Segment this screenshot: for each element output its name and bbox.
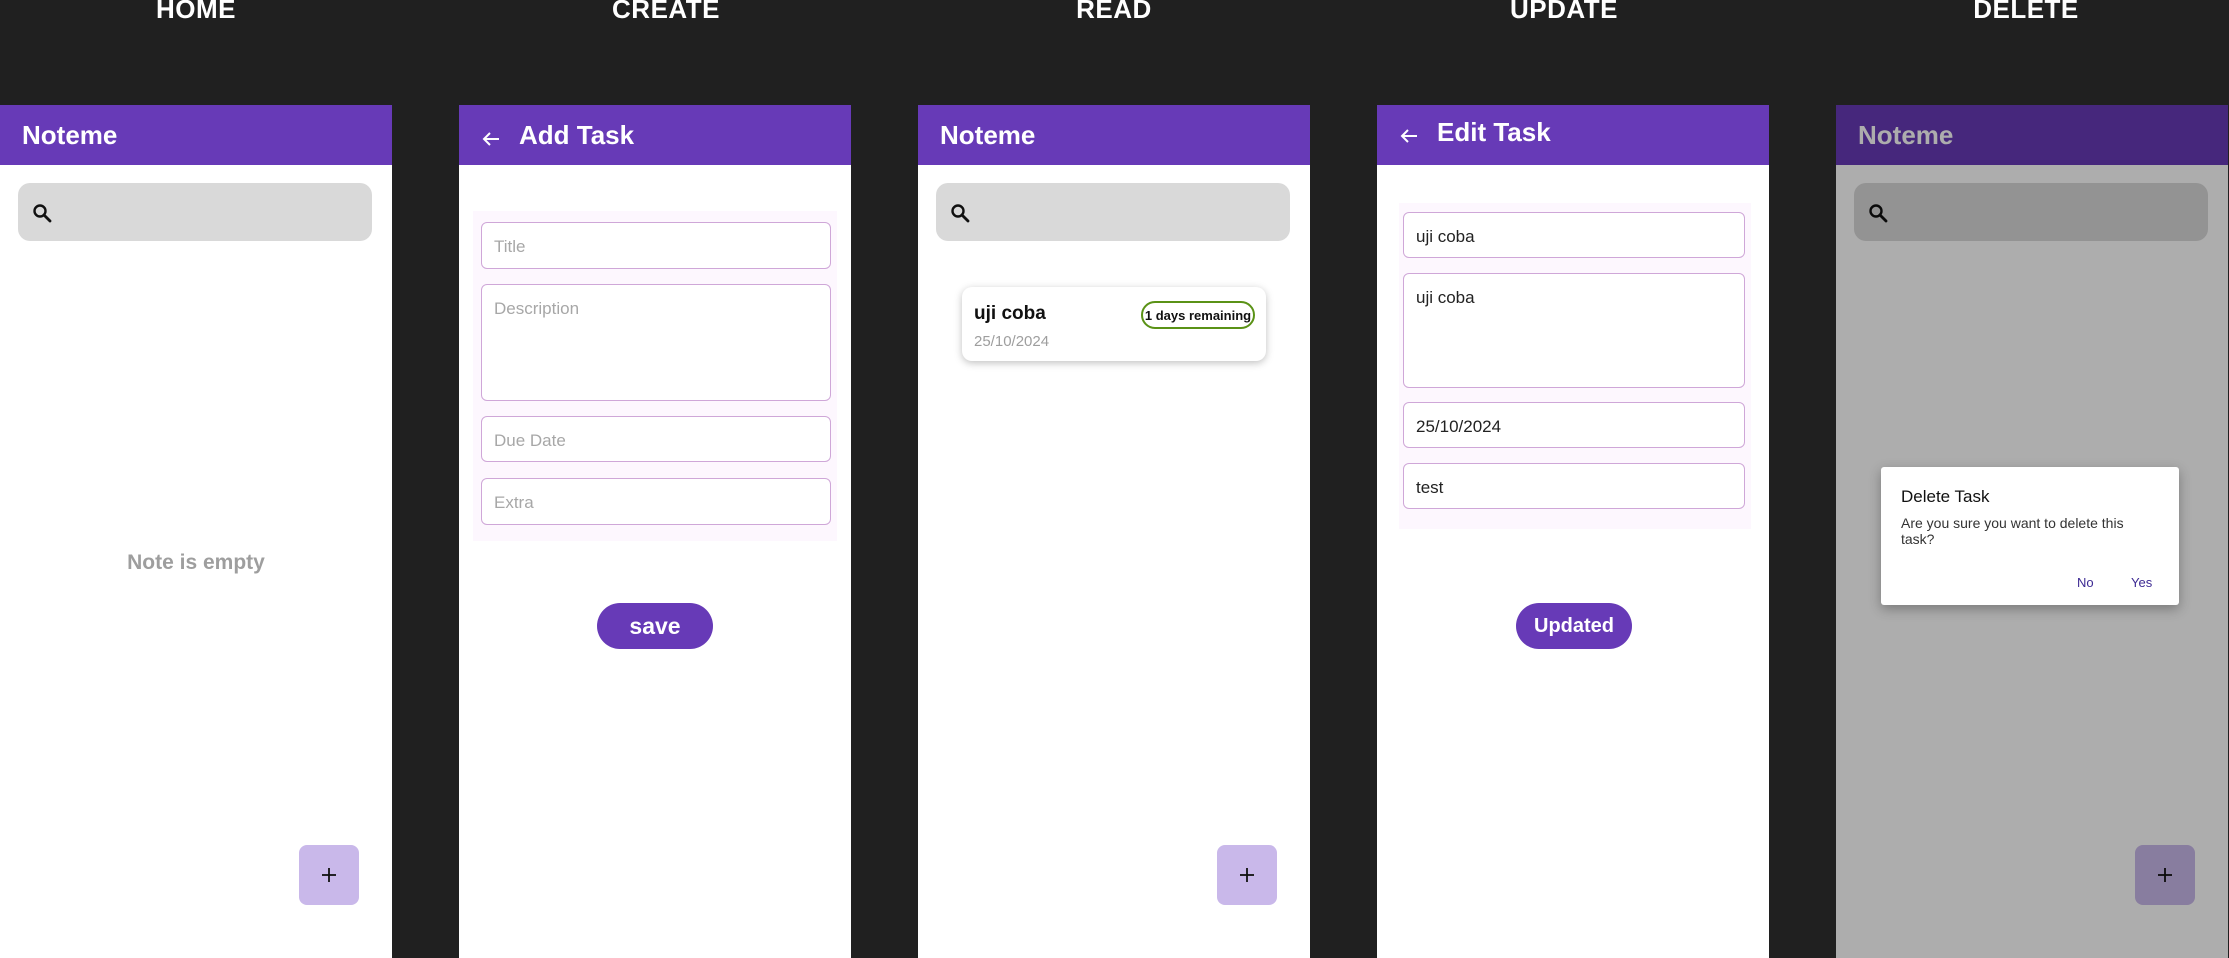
back-arrow-icon[interactable] (481, 125, 501, 146)
extra-field[interactable]: test (1403, 463, 1745, 509)
extra-field[interactable]: Extra (481, 478, 831, 525)
delete-dialog: Delete Task Are you sure you want to del… (1881, 467, 2179, 605)
plus-icon (1240, 868, 1254, 882)
update-screen: Edit Task uji coba uji coba 25/10/2024 t… (1377, 105, 1769, 958)
section-title-home: HOME (156, 0, 236, 24)
dialog-title: Delete Task (1901, 487, 1990, 506)
due-date-field[interactable]: 25/10/2024 (1403, 402, 1745, 448)
page-title: Add Task (519, 119, 635, 150)
due-date-field[interactable]: Due Date (481, 416, 831, 462)
app-bar: Noteme (0, 105, 392, 165)
yes-button[interactable]: Yes (2131, 575, 2152, 590)
read-screen: Noteme uji coba 25/10/2024 1 days remain… (918, 105, 1310, 958)
app-bar: Add Task (459, 105, 851, 165)
app-bar: Edit Task (1377, 105, 1769, 165)
task-date: 25/10/2024 (974, 333, 1050, 350)
create-screen: Add Task Title Description Due Date Extr… (459, 105, 851, 958)
remaining-badge: 1 days remaining (1141, 301, 1255, 329)
title-field[interactable]: uji coba (1403, 212, 1745, 258)
section-title-read: READ (1076, 0, 1152, 24)
description-field[interactable]: uji coba (1403, 273, 1745, 388)
app-title: Noteme (22, 119, 118, 150)
search-icon (33, 204, 52, 223)
back-arrow-icon[interactable] (1399, 122, 1419, 143)
plus-icon (322, 868, 336, 882)
section-title-create: CREATE (612, 0, 720, 24)
page-title: Edit Task (1437, 116, 1551, 147)
app-title: Noteme (940, 119, 1036, 150)
app-bar: Noteme (918, 105, 1310, 165)
search-input[interactable] (18, 183, 372, 241)
no-button[interactable]: No (2077, 575, 2094, 590)
delete-screen: Noteme Delete Task Are you sure you want… (1836, 105, 2228, 958)
dialog-message: Are you sure you want to delete this tas… (1901, 515, 2124, 547)
search-input[interactable] (936, 183, 1290, 241)
section-title-update: UPDATE (1510, 0, 1618, 24)
add-note-button[interactable] (1217, 845, 1277, 905)
update-button[interactable]: Updated (1516, 603, 1632, 649)
title-field[interactable]: Title (481, 222, 831, 269)
description-field[interactable]: Description (481, 284, 831, 401)
home-screen: Noteme Note is empty (0, 105, 392, 958)
task-card[interactable]: uji coba 25/10/2024 1 days remaining (962, 287, 1266, 361)
task-title: uji coba (974, 303, 1046, 324)
section-title-delete: DELETE (1973, 0, 2079, 24)
search-icon (951, 204, 970, 223)
add-note-button[interactable] (299, 845, 359, 905)
save-button[interactable]: save (597, 603, 713, 649)
empty-state-text: Note is empty (127, 551, 265, 574)
